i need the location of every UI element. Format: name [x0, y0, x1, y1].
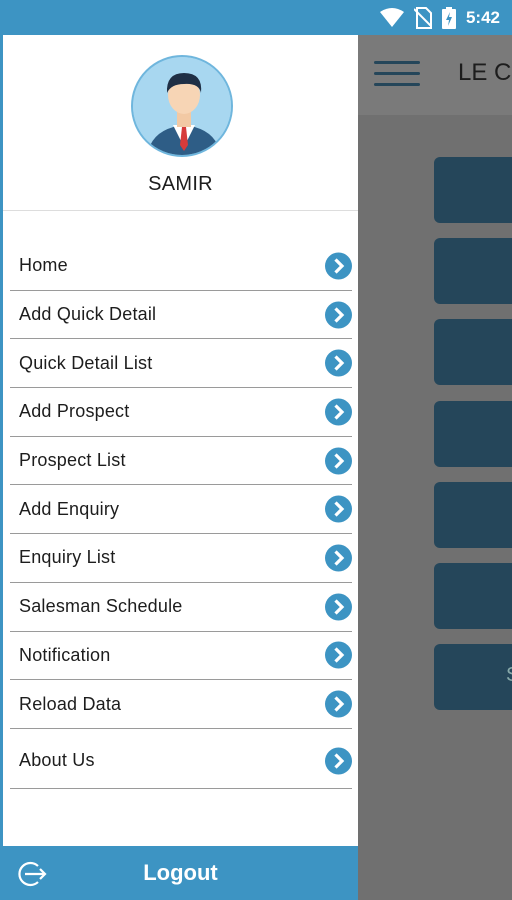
- chevron-right-icon: [325, 398, 352, 426]
- menu-item-label: Salesman Schedule: [19, 596, 183, 617]
- status-icons: 5:42: [379, 0, 500, 35]
- logout-label: Logout: [143, 860, 218, 885]
- avatar: [131, 55, 233, 157]
- chevron-right-icon: [325, 349, 352, 377]
- background-tile[interactable]: S: [434, 644, 512, 710]
- menu-item-label: Add Quick Detail: [19, 304, 157, 325]
- username: SAMIR: [148, 173, 213, 195]
- menu-item-label: Reload Data: [19, 693, 122, 714]
- menu-item-about-us[interactable]: About Us: [10, 734, 352, 789]
- background-tile[interactable]: [434, 563, 512, 629]
- menu-item-salesman-schedule[interactable]: Salesman Schedule: [10, 583, 352, 632]
- chevron-right-icon: [325, 252, 352, 280]
- no-sim-icon: [413, 6, 432, 29]
- chevron-right-icon: [325, 544, 352, 572]
- menu-item-home[interactable]: Home: [10, 242, 352, 291]
- background-tile[interactable]: [434, 157, 512, 223]
- profile-header: SAMIR: [3, 35, 358, 211]
- status-bar: 5:42: [0, 0, 512, 35]
- menu-item-label: Enquiry List: [19, 547, 116, 568]
- chevron-right-icon: [325, 641, 352, 669]
- background-tile[interactable]: [434, 482, 512, 548]
- chevron-right-icon: [325, 495, 352, 523]
- background-tile[interactable]: [434, 319, 512, 385]
- menu-item-add-quick-detail[interactable]: Add Quick Detail: [10, 291, 352, 340]
- menu-item-label: Quick Detail List: [19, 352, 153, 373]
- battery-charging-icon: [441, 6, 456, 29]
- background-tile[interactable]: [434, 401, 512, 467]
- menu-item-add-enquiry[interactable]: Add Enquiry: [10, 485, 352, 535]
- hamburger-menu-icon[interactable]: [374, 61, 420, 87]
- menu-item-label: Add Prospect: [19, 401, 130, 422]
- wifi-icon: [379, 7, 404, 27]
- chevron-right-icon: [325, 301, 352, 329]
- chevron-right-icon: [325, 690, 352, 718]
- menu-item-label: Home: [19, 255, 68, 276]
- chevron-right-icon: [325, 747, 352, 775]
- background-app: LE C S: [358, 35, 512, 900]
- chevron-right-icon: [325, 593, 352, 621]
- menu-item-enquiry-list[interactable]: Enquiry List: [10, 534, 352, 583]
- background-tile-text: S: [506, 664, 512, 687]
- menu-item-label: About Us: [19, 750, 95, 771]
- menu-item-prospect-list[interactable]: Prospect List: [10, 437, 352, 486]
- logout-button[interactable]: Logout: [3, 846, 358, 900]
- menu-item-quick-detail-list[interactable]: Quick Detail List: [10, 339, 352, 389]
- menu-item-label: Notification: [19, 644, 111, 665]
- navigation-drawer: SAMIR Home Add Quick Detail Quick Detail…: [0, 35, 358, 900]
- status-time: 5:42: [465, 7, 500, 27]
- menu-item-label: Prospect List: [19, 450, 126, 471]
- chevron-right-icon: [325, 447, 352, 475]
- user-avatar-icon: [133, 57, 231, 155]
- menu-item-reload-data[interactable]: Reload Data: [10, 680, 352, 729]
- menu-item-label: Add Enquiry: [19, 498, 120, 519]
- menu-item-notification[interactable]: Notification: [10, 632, 352, 681]
- background-tile[interactable]: [434, 238, 512, 304]
- drawer-menu: Home Add Quick Detail Quick Detail List …: [10, 242, 352, 789]
- background-header: LE C: [358, 35, 512, 115]
- menu-item-add-prospect[interactable]: Add Prospect: [10, 388, 352, 437]
- background-title: LE C: [458, 59, 512, 86]
